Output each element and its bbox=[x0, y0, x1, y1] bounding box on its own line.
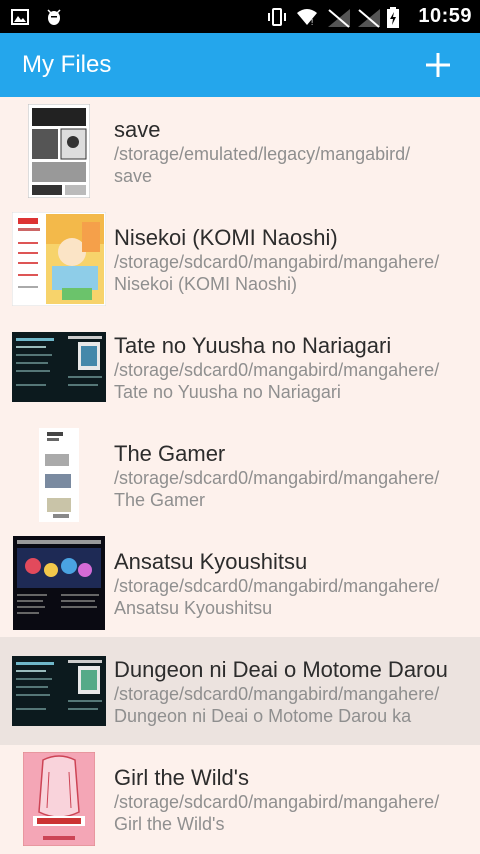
item-path: /storage/sdcard0/mangabird/mangahere/ bbox=[114, 359, 440, 380]
list-item[interactable]: Tate no Yuusha no Nariagari /storage/sdc… bbox=[0, 313, 480, 421]
item-title: The Gamer bbox=[114, 440, 226, 466]
vibrate-icon bbox=[266, 7, 287, 27]
item-title: Ansatsu Kyoushitsu bbox=[114, 548, 308, 574]
item-path: Tate no Yuusha no Nariagari bbox=[114, 381, 341, 402]
status-time: 10:59 bbox=[418, 5, 472, 27]
item-path: Nisekoi (KOMI Naoshi) bbox=[114, 273, 298, 294]
item-title: save bbox=[114, 116, 161, 142]
page-title: My Files bbox=[22, 51, 112, 78]
android-debug-icon bbox=[44, 7, 64, 27]
thumbnail-image bbox=[12, 320, 106, 414]
thumbnail-image bbox=[12, 644, 106, 738]
list-item[interactable]: The Gamer /storage/sdcard0/mangabird/man… bbox=[0, 421, 480, 529]
item-path: Girl the Wild's bbox=[114, 813, 225, 834]
item-path: The Gamer bbox=[114, 489, 206, 510]
list-item[interactable]: Dungeon ni Deai o Motome Darou /storage/… bbox=[0, 637, 480, 745]
wifi-icon: ! bbox=[296, 7, 318, 27]
app-bar: My Files bbox=[0, 33, 480, 97]
no-signal-icon bbox=[326, 7, 351, 28]
item-path: /storage/sdcard0/mangabird/mangahere/ bbox=[114, 791, 440, 812]
item-path: /storage/sdcard0/mangabird/mangahere/ bbox=[114, 251, 440, 272]
list-item[interactable]: Nisekoi (KOMI Naoshi) /storage/sdcard0/m… bbox=[0, 205, 480, 313]
item-path: /storage/sdcard0/mangabird/mangahere/ bbox=[114, 575, 440, 596]
item-path: /storage/sdcard0/mangabird/mangahere/ bbox=[114, 467, 440, 488]
item-path: /storage/sdcard0/mangabird/mangahere/ bbox=[114, 683, 440, 704]
add-button[interactable] bbox=[418, 45, 458, 85]
no-signal-icon bbox=[356, 7, 381, 28]
item-path: Dungeon ni Deai o Motome Darou ka bbox=[114, 705, 412, 726]
svg-text:!: ! bbox=[311, 18, 313, 27]
item-title: Tate no Yuusha no Nariagari bbox=[114, 332, 392, 358]
item-title: Dungeon ni Deai o Motome Darou bbox=[114, 656, 448, 682]
item-path: /storage/emulated/legacy/mangabird/ bbox=[114, 143, 411, 164]
item-path: save bbox=[114, 165, 153, 186]
status-bar: ! 10:59 bbox=[0, 0, 480, 33]
list-item[interactable]: save /storage/emulated/legacy/mangabird/… bbox=[0, 97, 480, 205]
thumbnail-image bbox=[12, 104, 106, 198]
item-path: Ansatsu Kyoushitsu bbox=[114, 597, 273, 618]
thumbnail-image bbox=[12, 212, 106, 306]
plus-icon bbox=[426, 53, 450, 77]
item-title: Nisekoi (KOMI Naoshi) bbox=[114, 224, 338, 250]
thumbnail-image bbox=[12, 752, 106, 846]
image-icon bbox=[10, 7, 30, 27]
file-list: save /storage/emulated/legacy/mangabird/… bbox=[0, 97, 480, 853]
list-item[interactable]: Ansatsu Kyoushitsu /storage/sdcard0/mang… bbox=[0, 529, 480, 637]
thumbnail-image bbox=[12, 536, 106, 630]
battery-charging-icon bbox=[386, 6, 406, 28]
item-title: Girl the Wild's bbox=[114, 764, 249, 790]
list-item[interactable]: Girl the Wild's /storage/sdcard0/mangabi… bbox=[0, 745, 480, 853]
thumbnail-image bbox=[12, 428, 106, 522]
